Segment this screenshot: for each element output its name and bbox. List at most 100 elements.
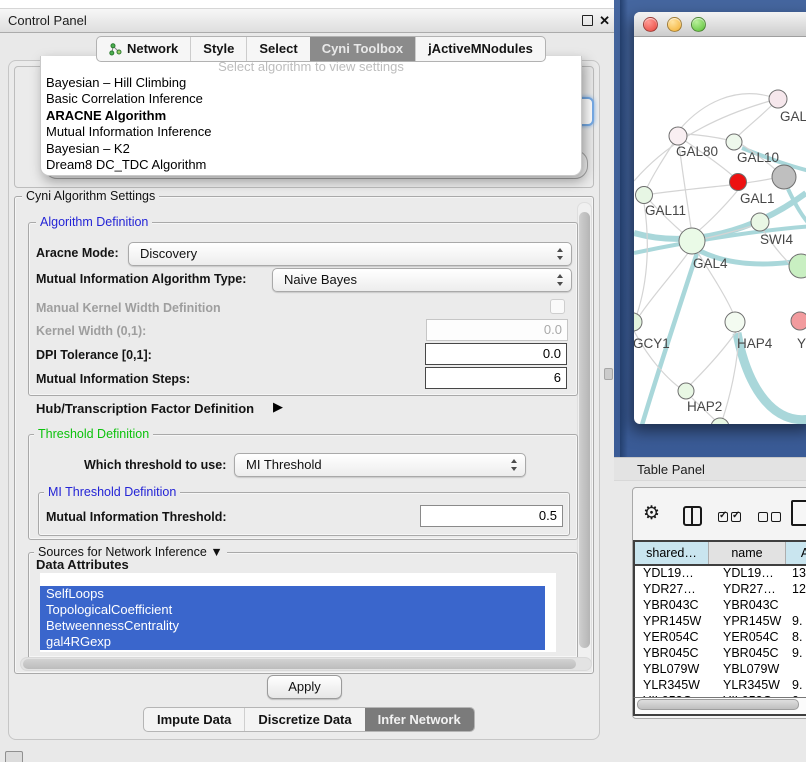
network-window-titlebar: [634, 12, 806, 37]
split-columns-icon[interactable]: [683, 506, 702, 526]
tab-label: Network: [127, 37, 178, 61]
mi-steps-label: Mutual Information Steps:: [36, 372, 190, 386]
network-node[interactable]: [789, 254, 806, 278]
algorithm-option-dream8-dc-tdc-algorithm[interactable]: Dream8 DC_TDC Algorithm: [41, 157, 581, 173]
table-row[interactable]: YER054CYER054C8.: [635, 630, 806, 646]
table-horizontal-scrollbar[interactable]: [633, 697, 806, 716]
minimize-traffic-light-icon[interactable]: [667, 17, 682, 32]
algorithm-option-basic-correlation-inference[interactable]: Basic Correlation Inference: [41, 91, 581, 107]
algorithm-option-bayesian-k2[interactable]: Bayesian – K2: [41, 141, 581, 157]
unchecked-box-icon[interactable]: [758, 512, 768, 522]
table-row[interactable]: YLR345WYLR345W9.: [635, 678, 806, 694]
splitter-handle[interactable]: [604, 368, 613, 380]
apply-button[interactable]: Apply: [267, 675, 342, 699]
network-node-hap4[interactable]: [725, 312, 745, 332]
attribute-item-gal4rgexp[interactable]: gal4RGexp: [40, 634, 545, 650]
float-window-icon[interactable]: [582, 15, 593, 26]
network-node-hap2[interactable]: [678, 383, 694, 399]
network-node-swi4[interactable]: [751, 213, 769, 231]
gear-icon[interactable]: ⚙: [643, 502, 660, 525]
algorithm-option-mutual-information-inference[interactable]: Mutual Information Inference: [41, 124, 581, 140]
aracne-mode-select[interactable]: Discovery: [128, 242, 572, 266]
network-canvas[interactable]: GALGAL80GAL10GAL1GAL11SWI4GAL4GCY1HAP4YH…: [634, 37, 806, 424]
algorithm-definition-title: Algorithm Definition: [36, 215, 152, 229]
tab-jactivemnodules[interactable]: jActiveMNodules: [415, 37, 545, 61]
attribute-item-selfloops[interactable]: SelfLoops: [40, 586, 545, 602]
network-node-gcy1[interactable]: [634, 313, 642, 331]
table-cell: 12: [786, 582, 806, 598]
column-header-name[interactable]: name: [709, 542, 786, 564]
bottom-tab-impute-data[interactable]: Impute Data: [144, 708, 244, 731]
network-node-label: SWI4: [760, 232, 793, 247]
network-node-gal[interactable]: [769, 90, 787, 108]
table-cell: YDL19…: [635, 566, 709, 582]
algorithm-option-bayesian-hill-climbing[interactable]: Bayesian – Hill Climbing: [41, 75, 581, 91]
tab-label: jActiveMNodules: [428, 37, 533, 61]
checked-box-icon[interactable]: [718, 512, 728, 522]
mi-type-select[interactable]: Naive Bayes: [272, 268, 572, 292]
bottom-tab-discretize-data[interactable]: Discretize Data: [244, 708, 364, 731]
bottom-tab-infer-network[interactable]: Infer Network: [365, 708, 474, 731]
network-node-label: GAL11: [645, 203, 686, 218]
mi-type-value: Naive Bayes: [284, 272, 357, 287]
table-cell: 9.: [786, 614, 806, 630]
minimized-panel-icon[interactable]: [5, 751, 23, 762]
column-header-shared-[interactable]: shared…: [635, 542, 709, 564]
table-row[interactable]: YBR045CYBR045C9.: [635, 646, 806, 662]
settings-vertical-scrollbar[interactable]: [577, 202, 592, 668]
unchecked-box-icon[interactable]: [771, 512, 781, 522]
mi-threshold-input[interactable]: [420, 505, 563, 527]
column-header-a[interactable]: A: [786, 542, 806, 564]
updown-arrows-icon: [511, 459, 518, 471]
dpi-tolerance-input[interactable]: [425, 343, 567, 365]
tab-select[interactable]: Select: [246, 37, 309, 61]
kernel-width-label: Kernel Width (0,1):: [36, 324, 146, 338]
network-node-y[interactable]: [791, 312, 806, 330]
app-root: Control Panel ✕ Network StyleSelect Cyni T…: [0, 0, 806, 762]
network-node-gal10[interactable]: [726, 134, 742, 150]
network-window[interactable]: GALGAL80GAL10GAL1GAL11SWI4GAL4GCY1HAP4YH…: [634, 12, 806, 424]
table-row[interactable]: YDR27…YDR27…12: [635, 582, 806, 598]
tab-style[interactable]: Style: [190, 37, 246, 61]
attribute-item-topologicalcoefficient[interactable]: TopologicalCoefficient: [40, 602, 545, 618]
close-icon[interactable]: ✕: [599, 10, 610, 31]
network-node-label: HAP4: [737, 336, 773, 351]
attribute-item-betweennesscentrality[interactable]: BetweennessCentrality: [40, 618, 545, 634]
expand-right-icon[interactable]: ▶: [273, 399, 283, 415]
which-threshold-label: Which threshold to use:: [84, 458, 226, 472]
mi-steps-input[interactable]: [425, 367, 567, 389]
settings-group-title: Cyni Algorithm Settings: [22, 189, 159, 203]
table-row[interactable]: YBL079WYBL079W: [635, 662, 806, 678]
network-node-label: GAL1: [740, 191, 775, 206]
settings-horizontal-scrollbar[interactable]: [20, 657, 592, 671]
tab-label: Cyni Toolbox: [322, 37, 403, 61]
table-row[interactable]: YDL19…YDL19…13: [635, 566, 806, 582]
checked-box-icon[interactable]: [731, 512, 741, 522]
table-row[interactable]: YBR043CYBR043C: [635, 598, 806, 614]
table-cell: 8.: [786, 630, 806, 646]
which-threshold-select[interactable]: MI Threshold: [234, 453, 526, 477]
network-node-gal1[interactable]: [730, 174, 747, 191]
table-cell: YLR345W: [635, 678, 709, 694]
mi-threshold-title: MI Threshold Definition: [44, 485, 180, 499]
zoom-traffic-light-icon[interactable]: [691, 17, 706, 32]
table-cell: YER054C: [709, 630, 786, 646]
kernel-width-input: [426, 319, 568, 341]
data-attributes-list[interactable]: SelfLoopsTopologicalCoefficientBetweenne…: [40, 573, 556, 652]
hub-definition-label[interactable]: Hub/Transcription Factor Definition: [36, 401, 254, 416]
network-node-gal4[interactable]: [679, 228, 705, 254]
tab-cyni-toolbox[interactable]: Cyni Toolbox: [310, 37, 415, 61]
network-node-gal80[interactable]: [669, 127, 687, 145]
table-cell: YPR145W: [709, 614, 786, 630]
tab-network[interactable]: Network: [97, 37, 190, 61]
document-icon[interactable]: [791, 500, 806, 526]
algorithm-option-aracne-algorithm[interactable]: ARACNE Algorithm: [41, 108, 581, 124]
network-node-gal11[interactable]: [636, 187, 653, 204]
threshold-definition-title: Threshold Definition: [34, 427, 153, 441]
network-node[interactable]: [772, 165, 796, 189]
close-traffic-light-icon[interactable]: [643, 17, 658, 32]
table-cell: 13: [786, 566, 806, 582]
table-row[interactable]: YPR145WYPR145W9.: [635, 614, 806, 630]
manual-kernel-label: Manual Kernel Width Definition: [36, 301, 221, 315]
control-panel-title: Control Panel: [8, 9, 87, 32]
